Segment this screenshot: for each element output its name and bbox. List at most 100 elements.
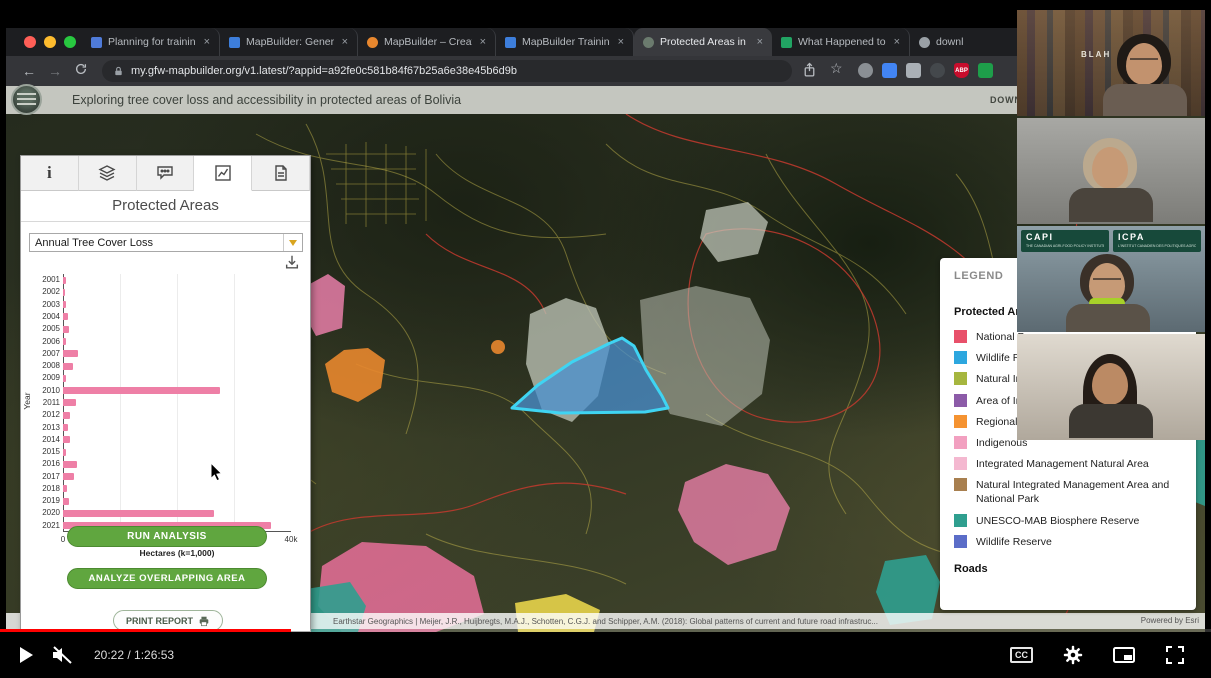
cc-button[interactable]: CC [1010,647,1033,663]
participant-4-silhouette [1069,354,1153,438]
printer-icon [199,616,209,626]
legend-swatch [954,330,967,343]
chart-year-label: 2002 [42,287,60,297]
legend-label: Wildlife Reserve [976,535,1052,548]
panel-tab-report[interactable] [252,156,310,191]
webcam-participant-2[interactable] [1017,118,1205,224]
browser-tab[interactable]: Protected Areas in × [634,28,772,56]
extension-green-icon[interactable] [978,63,993,78]
legend-swatch [954,414,967,428]
legend-item: Integrated Management Natural Area [954,457,1182,471]
window-close-button[interactable] [24,36,36,48]
panel-tab-analysis[interactable] [194,156,253,191]
cc-label: CC [1015,650,1028,660]
bookmark-star-icon[interactable]: ☆ [830,60,843,77]
webcam-participant-1[interactable]: BLAH [1017,10,1205,116]
legend-swatch [954,478,967,492]
chart-year-label: 2021 [42,520,60,530]
icpa-logo-text: ICPA [1118,232,1145,242]
mute-button[interactable] [50,644,74,666]
gear-icon [1063,645,1083,665]
chart-bar [63,473,75,481]
chart-row: 2012 [21,409,293,421]
legend-swatch [954,457,967,471]
panel-title: Protected Areas [21,191,310,222]
comment-icon [157,166,173,180]
analyze-overlapping-area-button[interactable]: ANALYZE OVERLAPPING AREA [67,568,267,589]
miniplayer-icon [1113,647,1135,663]
refresh-button[interactable] [68,56,94,86]
panel-tab-info[interactable]: i [21,156,79,191]
panel-tab-comments[interactable] [136,156,195,191]
chart-year-label: 2012 [42,410,60,420]
browser-tab[interactable]: Planning for trainin × [82,28,220,56]
legend-item: Natural Integrated Management Area and N… [954,478,1182,506]
video-content: Planning for trainin × MapBuilder: Gener × M… [6,10,1205,632]
extension-avatar-icon[interactable] [858,63,873,78]
volume-muted-icon [53,646,72,664]
tab-close-icon[interactable]: × [478,36,486,48]
attribution-text: Earthstar Geographics | Meijer, J.R., Hu… [333,616,878,626]
layers-icon [98,165,116,181]
window-zoom-button[interactable] [64,36,76,48]
browser-tab[interactable]: MapBuilder: Gener × [220,28,358,56]
download-chart-button[interactable] [284,254,300,273]
chart-x-tick: 40k [284,535,298,544]
back-button[interactable]: ← [16,56,42,86]
chart-year-label: 2001 [42,275,60,285]
tab-close-icon[interactable]: × [202,36,210,48]
browser-tab[interactable]: MapBuilder Training × [496,28,634,56]
extension-dark-icon[interactable] [930,63,945,78]
participant-3-silhouette [1066,254,1150,332]
tab-title: Planning for trainin [108,36,196,48]
browser-tab[interactable]: What Happened to × [772,28,910,56]
chart-year-label: 2007 [42,348,60,358]
chart-bar [63,424,69,432]
address-bar[interactable]: my.gfw-mapbuilder.org/v1.latest/?appid=a… [102,60,792,82]
chart-bar [63,399,77,407]
tab-close-icon[interactable]: × [892,36,900,48]
chart-year-label: 2019 [42,496,60,506]
player-controls: 20:22 / 1:26:53 CC [0,632,1211,678]
chart-row: 2016 [21,458,293,470]
tab-close-icon[interactable]: × [755,36,763,48]
analysis-type-dropdown[interactable]: Annual Tree Cover Loss [29,233,303,252]
chart-bar [63,362,73,370]
chart-bar [63,436,70,444]
webcam-participant-4[interactable] [1017,334,1205,440]
chart-year-label: 2009 [42,373,60,383]
play-button[interactable] [18,646,34,664]
chart-year-label: 2008 [42,361,60,371]
chart-row: 2013 [21,421,293,433]
extension-blue-icon[interactable] [882,63,897,78]
panel-tab-layers[interactable] [78,156,137,191]
chart-bar [63,509,215,517]
fullscreen-button[interactable] [1165,645,1185,665]
webcam-participant-3[interactable]: CAPI THE CANADIAN AGRI-FOOD POLICY INSTI… [1017,226,1205,332]
extension-keyboard-icon[interactable] [906,63,921,78]
chart-row: 2014 [21,434,293,446]
chart-year-label: 2020 [42,508,60,518]
forward-button[interactable]: → [42,56,68,86]
chart-year-label: 2015 [42,447,60,457]
run-analysis-button[interactable]: RUN ANALYSIS [67,526,267,547]
tab-close-icon[interactable]: × [616,36,624,48]
chart-bar [63,325,69,333]
chart-row: 2001 [21,274,293,286]
tab-close-icon[interactable]: × [340,36,348,48]
document-icon [274,165,287,181]
adblock-plus-icon[interactable]: ABP [954,63,969,78]
window-minimize-button[interactable] [44,36,56,48]
chart-year-label: 2003 [42,299,60,309]
chart-year-label: 2010 [42,385,60,395]
share-button[interactable] [802,62,817,81]
settings-button[interactable] [1063,645,1083,665]
chart-year-label: 2013 [42,422,60,432]
miniplayer-button[interactable] [1113,646,1135,664]
chart-row: 2018 [21,483,293,495]
chart-row: 2006 [21,335,293,347]
print-report-button[interactable]: PRINT REPORT [113,610,223,631]
chart-bar [63,350,78,358]
browser-tab[interactable]: MapBuilder – Creat × [358,28,496,56]
tab-title: MapBuilder – Creat [384,36,472,48]
